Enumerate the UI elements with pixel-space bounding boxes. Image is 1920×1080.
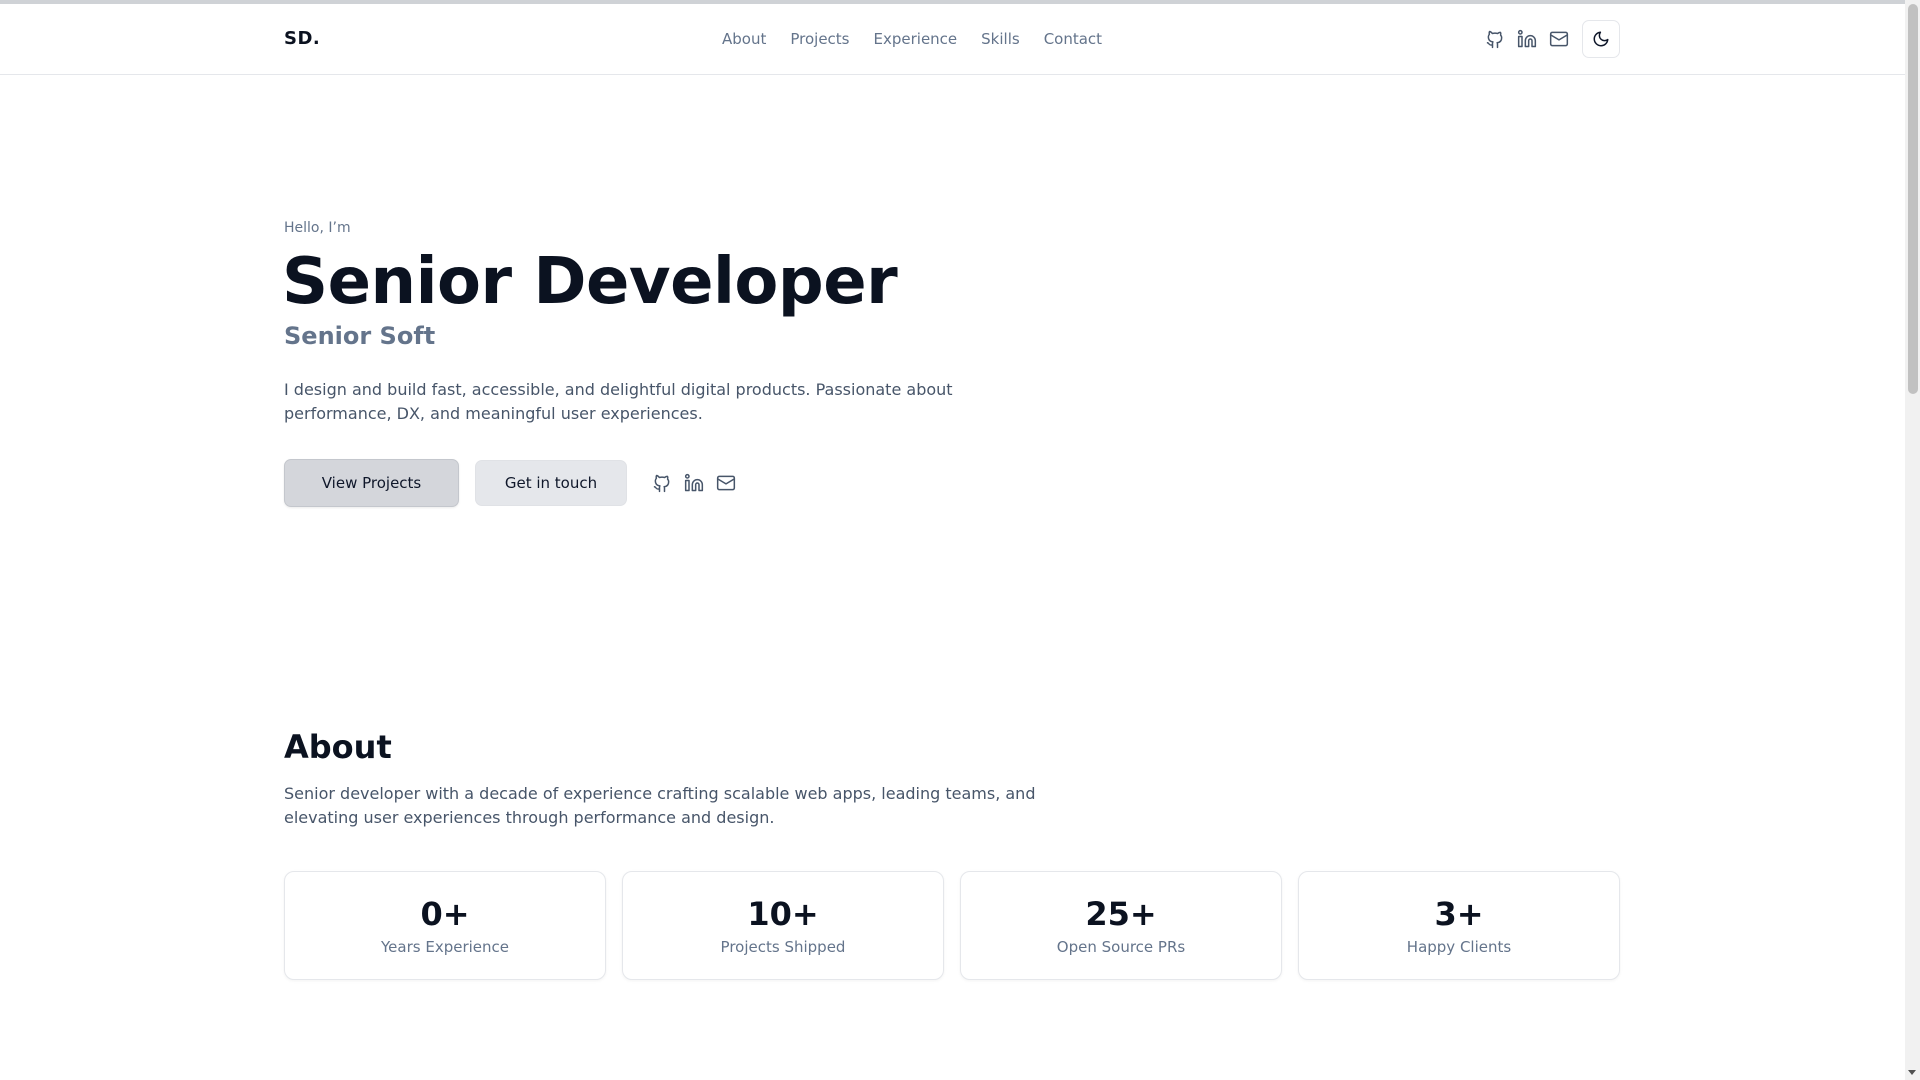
stat-card: 10+ Projects Shipped [622,871,944,980]
stat-card: 25+ Open Source PRs [960,871,1282,980]
about-heading: About [284,728,392,766]
hero-actions: View Projects Get in touch [284,459,737,507]
stat-value: 25+ [1085,894,1157,933]
site-header: SD. About Projects Experience Skills Con… [0,4,1905,75]
hero-social-links [651,472,737,494]
stat-card: 3+ Happy Clients [1298,871,1620,980]
github-icon[interactable] [651,472,673,494]
stat-label: Years Experience [381,937,509,956]
header-social-links [1484,20,1620,58]
moon-icon [1593,31,1609,47]
mail-icon[interactable] [715,472,737,494]
hero-greeting: Hello, I’m [284,220,351,236]
site-logo[interactable]: SD. [284,28,320,49]
scroll-down-arrow[interactable] [1908,1070,1916,1075]
stat-label: Projects Shipped [720,937,846,956]
nav-link-experience[interactable]: Experience [874,30,958,48]
main-nav: About Projects Experience Skills Contact [722,30,1102,48]
page-scrollbar[interactable] [1905,0,1920,1080]
mail-icon[interactable] [1548,28,1570,50]
stat-card: 0+ Years Experience [284,871,606,980]
stat-value: 10+ [747,894,819,933]
stat-label: Open Source PRs [1056,937,1186,956]
stat-value: 0+ [420,894,470,933]
nav-link-contact[interactable]: Contact [1044,30,1102,48]
scrollbar-thumb[interactable] [1908,4,1918,394]
linkedin-icon[interactable] [683,472,705,494]
github-icon[interactable] [1484,28,1506,50]
hero-subtitle: Senior Soft [284,322,436,350]
hero-title: Senior Developer [282,245,898,319]
stat-value: 3+ [1434,894,1484,933]
nav-link-skills[interactable]: Skills [981,30,1020,48]
nav-link-projects[interactable]: Projects [790,30,849,48]
about-description: Senior developer with a decade of experi… [284,784,1036,827]
linkedin-icon[interactable] [1516,28,1538,50]
stat-label: Happy Clients [1406,937,1512,956]
stats-grid: 0+ Years Experience 10+ Projects Shipped… [284,871,1620,980]
theme-toggle-button[interactable] [1582,20,1620,58]
get-in-touch-button[interactable]: Get in touch [475,460,627,506]
nav-link-about[interactable]: About [722,30,766,48]
hero-description: I design and build fast, accessible, and… [284,380,953,423]
view-projects-button[interactable]: View Projects [284,459,459,507]
